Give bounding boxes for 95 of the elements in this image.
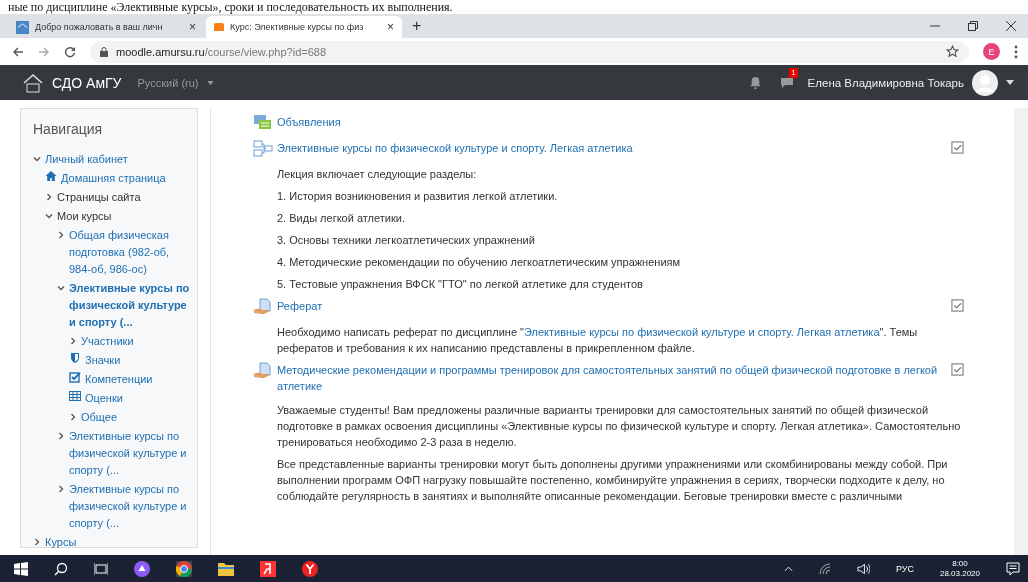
tab-title: Курс: Элективные курсы по физ: [230, 22, 365, 32]
restore-icon[interactable]: [968, 21, 978, 31]
notification-icon[interactable]: [1006, 561, 1020, 576]
browser-app-icon[interactable]: [176, 560, 192, 577]
chevron-right-icon[interactable]: [57, 231, 65, 239]
task-view-icon[interactable]: [94, 561, 108, 576]
windows-logo-icon[interactable]: [14, 561, 28, 576]
nav-item[interactable]: Элективные курсы по физической культуре и спорту (...: [69, 280, 191, 331]
caret-icon[interactable]: [1006, 80, 1014, 85]
hierarchy-icon: [253, 140, 273, 158]
y-circle-icon[interactable]: [302, 560, 318, 577]
house-logo-icon: [16, 20, 29, 34]
nav-item[interactable]: Компетенции: [85, 371, 153, 388]
nav-item[interactable]: Значки: [85, 352, 121, 369]
chevron-right-icon[interactable]: [69, 413, 77, 421]
nav-item[interactable]: Общая физическая подготовка (982-об, 984-об, 986-ос): [69, 227, 191, 278]
star-icon[interactable]: [946, 45, 959, 58]
chevron-right-icon[interactable]: [57, 485, 65, 493]
document-in-hand-icon: [253, 362, 273, 380]
nav-item[interactable]: Курсы: [45, 534, 77, 551]
nav-item[interactable]: Личный кабинет: [45, 151, 128, 168]
profile-avatar[interactable]: E: [983, 43, 1000, 60]
activity-description: 5. Тестовые упражнения ВФСК "ГТО" по легкой атлетике для студентов: [277, 277, 644, 292]
close-tab-button[interactable]: ×: [189, 20, 196, 34]
search-icon[interactable]: [54, 561, 68, 576]
course-link[interactable]: Элективные курсы по физической культуре и спорту. Легкая атлетика: [523, 326, 880, 338]
back-arrow-icon[interactable]: [12, 45, 24, 58]
language-menu[interactable]: Русский (ru): [137, 76, 199, 89]
speech-bubbles-icon: [253, 114, 273, 132]
activity-description: Все представленные варианты тренировки могут быть дополнены другими упражнениями или скомбинированы между собой. При выполнении программ ОФП нагрузку повышайте постепенно, комбинируйте упражнения в сериях, творчески подходите к делу, но соблюдайте регулярность в занятиях и выполняйте описанные рекомендации. Беговые тренировки вместе с различными: [277, 457, 949, 504]
checked-checkbox-icon[interactable]: [951, 141, 964, 154]
input-language[interactable]: РУС: [895, 563, 914, 574]
activity-link[interactable]: Объявления: [277, 114, 964, 130]
activity-description: Лекция включает следующие разделы:: [277, 167, 478, 182]
triangle-circle-icon[interactable]: [134, 560, 150, 577]
close-tab-button[interactable]: ×: [387, 20, 394, 34]
nav-item[interactable]: Страницы сайта: [57, 189, 141, 206]
panel-title: Навигация: [33, 121, 104, 137]
clock-time: 8:00: [952, 558, 968, 569]
scrollbar[interactable]: [1014, 108, 1028, 555]
close-icon[interactable]: [1006, 21, 1016, 31]
message-count-badge: 1: [789, 67, 798, 78]
nav-item[interactable]: Мои курсы: [57, 208, 112, 225]
speech-bubble-icon[interactable]: [779, 75, 794, 88]
table-icon: [69, 390, 81, 402]
letter-logo-icon[interactable]: [260, 560, 276, 577]
folder-icon[interactable]: [218, 561, 234, 576]
activity-link[interactable]: Элективные курсы по физической культуре и спорту. Легкая атлетика: [277, 140, 947, 156]
house-logo-icon[interactable]: [22, 71, 44, 94]
activity-description: 3. Основы техники легкоатлетических упражнений: [277, 233, 536, 248]
tab-title: Добро пожаловать в ваш личн: [35, 22, 164, 32]
chevron-right-icon[interactable]: [45, 193, 53, 201]
checkbox-icon: [69, 371, 81, 383]
lock-icon: [100, 46, 108, 57]
graduation-cap-icon: [214, 23, 224, 31]
activity-link[interactable]: Методические рекомендации и программы тренировок для самостоятельных занятий по общей физической подготовке в легкой атлетике: [277, 362, 947, 394]
activity-description: Уважаемые студенты! Вам предложены различные варианты тренировки для самостоятельных занятий по общей физической подготовке в рамках освоения дисциплины «Элективные курсы по физической культуре и спорту. Легкая атлетика». Самостоятельно тренироваться необходимо 2-3 раза в неделю.: [277, 403, 962, 450]
home-icon: [45, 170, 57, 182]
more-icon[interactable]: [1014, 44, 1018, 59]
activity-description: 1. История возникновения и развития легкой атлетики.: [277, 189, 559, 204]
document-text: ные по дисциплине «Элективные курсы», сроки и последовательность их выполнения.: [7, 0, 454, 14]
speaker-icon[interactable]: [856, 562, 870, 575]
nav-item[interactable]: Элективные курсы по физической культуре и спорту (...: [69, 481, 191, 532]
shield-icon: [69, 352, 81, 364]
browser-tab[interactable]: Добро пожаловать в ваш личн ×: [8, 16, 204, 38]
nav-item[interactable]: Участники: [81, 333, 134, 350]
chevron-up-icon[interactable]: [783, 565, 793, 572]
browser-tab[interactable]: Курс: Элективные курсы по физ ×: [206, 16, 402, 38]
site-name[interactable]: СДО АмГУ: [52, 74, 122, 91]
nav-item[interactable]: Общее: [81, 409, 118, 426]
document-in-hand-icon: [253, 298, 273, 316]
wifi-icon[interactable]: [818, 562, 831, 575]
chevron-down-icon[interactable]: [57, 284, 65, 292]
nav-item[interactable]: Элективные курсы по физической культуре и спорту (...: [69, 428, 191, 479]
checked-checkbox-icon[interactable]: [951, 299, 964, 312]
nav-item[interactable]: Оценки: [85, 390, 123, 407]
chevron-right-icon[interactable]: [69, 337, 77, 345]
chevron-down-icon[interactable]: [33, 155, 41, 163]
chevron-down-icon[interactable]: [45, 212, 53, 220]
new-tab-button[interactable]: +: [404, 17, 430, 35]
bell-icon[interactable]: [748, 76, 762, 89]
reload-icon[interactable]: [64, 45, 76, 58]
user-avatar-icon[interactable]: [972, 69, 998, 96]
address-field[interactable]: moodle.amursu.ru/course/view.php?id=688: [90, 40, 969, 63]
nav-item[interactable]: Домашняя страница: [61, 170, 166, 187]
chevron-right-icon[interactable]: [33, 538, 41, 546]
activity-description: 4. Методические рекомендации по обучению легкоатлетическим упражнениям: [277, 255, 682, 270]
clock-date: 28.03.2020: [939, 568, 980, 579]
activity-description: 2. Виды легкой атлетики.: [277, 211, 406, 226]
user-name[interactable]: Елена Владимировна Токарь: [807, 76, 964, 89]
checked-checkbox-icon[interactable]: [951, 363, 964, 376]
chevron-right-icon[interactable]: [57, 432, 65, 440]
activity-link[interactable]: Реферат: [277, 298, 947, 314]
caret-icon[interactable]: [206, 80, 214, 85]
activity-description: Необходимо написать реферат по дисциплине "Элективные курсы по физической культуре и спорту. Легкая атлетика". Темы рефератов и требования к их написанию представлены в прикрепленном файле.: [277, 325, 919, 356]
